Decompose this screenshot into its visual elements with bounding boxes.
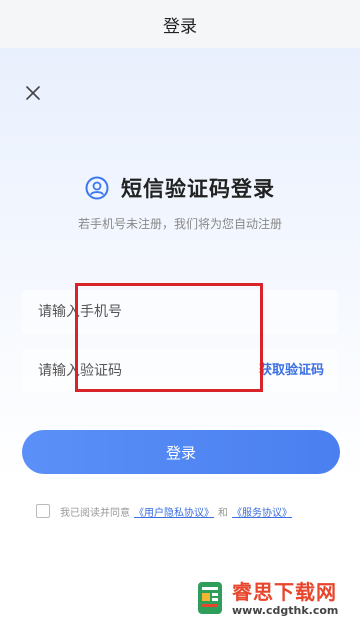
auto-register-hint: 若手机号未注册，我们将为您自动注册 [77,217,282,231]
login-heading: 短信验证码登录 [0,172,360,204]
agreement-conjunction: 和 [218,507,228,519]
service-agreement-link[interactable]: 《服务协议》 [232,504,292,519]
agreement-row: 我已阅读并同意 《用户隐私协议》 和 《服务协议》 [36,502,296,520]
agreement-checkbox[interactable] [36,504,50,518]
watermark-logo-icon [198,582,222,614]
title-bar: 登录 [0,0,360,48]
agreement-text: 我已阅读并同意 [60,507,130,519]
phone-field [22,289,338,335]
code-field: 获取验证码 [22,348,338,394]
close-icon[interactable] [22,82,44,104]
login-title: 短信验证码登录 [121,177,275,201]
watermark: 睿思下载网 www.cdgthk.com [196,572,360,624]
login-panel [0,48,360,624]
watermark-url: www.cdgthk.com [232,603,339,617]
privacy-agreement-link[interactable]: 《用户隐私协议》 [134,504,214,519]
login-button[interactable]: 登录 [22,430,340,474]
watermark-name: 睿思下载网 [232,579,337,604]
page-title: 登录 [163,16,197,37]
get-code-button[interactable]: 获取验证码 [259,349,324,393]
phone-input[interactable] [22,289,240,335]
user-circle-icon [85,176,109,200]
code-input[interactable] [22,348,240,394]
